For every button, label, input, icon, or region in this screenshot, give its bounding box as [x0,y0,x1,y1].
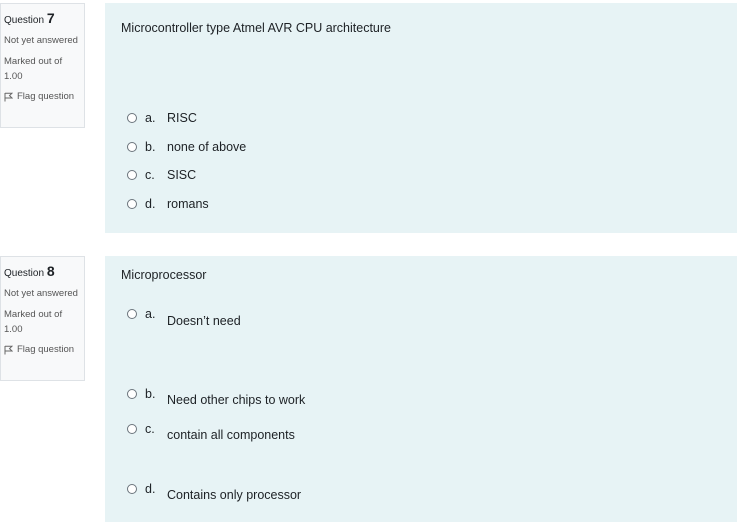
answer-option[interactable]: c. contain all components [127,422,295,442]
answer-option[interactable]: d. romans [127,197,209,211]
question-content: Microcontroller type Atmel AVR CPU archi… [105,3,737,233]
radio-button[interactable] [127,424,137,434]
question-content: Microprocessor a. Doesn’t need b. Need o… [105,256,737,522]
question-number: 7 [46,10,55,26]
radio-button[interactable] [127,113,137,123]
question-state: Not yet answered [4,35,78,46]
question-text: Microprocessor [121,268,207,282]
flag-icon [4,92,13,101]
radio-button[interactable] [127,484,137,494]
radio-button[interactable] [127,389,137,399]
flag-question-link[interactable]: Flag question [4,344,81,355]
question-info-panel: Question 8 Not yet answered Marked out o… [0,256,85,381]
flag-question-label: Flag question [17,91,75,102]
question-label: Question [4,268,45,279]
radio-button[interactable] [127,309,137,319]
option-letter: c. [145,422,155,436]
question-info-panel: Question 7 Not yet answered Marked out o… [0,3,85,128]
option-letter: d. [145,197,156,211]
option-letter: b. [145,140,156,154]
option-text: SISC [167,168,197,182]
option-letter: a. [145,307,156,321]
flag-icon [4,345,13,354]
answer-option[interactable]: c. SISC [127,168,196,182]
answer-option[interactable]: a. Doesn’t need [127,307,241,328]
answer-option[interactable]: b. none of above [127,140,246,154]
answer-option[interactable]: d. Contains only processor [127,482,301,502]
option-text: romans [167,197,209,211]
question-state: Not yet answered [4,288,78,299]
option-text: Doesn’t need [167,314,241,328]
option-text: RISC [167,111,197,125]
option-text: contain all components [167,428,295,442]
option-text: Contains only processor [167,488,302,502]
question-text: Microcontroller type Atmel AVR CPU archi… [121,21,392,35]
flag-question-link[interactable]: Flag question [4,91,81,102]
question-number: 8 [46,263,55,279]
question-heading: Question 7 [4,9,81,30]
option-letter: b. [145,387,156,401]
option-letter: c. [145,168,155,182]
option-letter: d. [145,482,156,496]
option-text: Need other chips to work [167,393,306,407]
option-letter: a. [145,111,156,125]
radio-button[interactable] [127,199,137,209]
question-marks: Marked out of 1.00 [4,309,63,335]
question-heading: Question 8 [4,262,81,283]
answer-option[interactable]: b. Need other chips to work [127,387,305,407]
question-marks: Marked out of 1.00 [4,56,63,82]
flag-question-label: Flag question [17,344,75,355]
question-label: Question [4,15,45,26]
option-text: none of above [167,140,247,154]
radio-button[interactable] [127,170,137,180]
radio-button[interactable] [127,142,137,152]
answer-option[interactable]: a. RISC [127,111,197,125]
